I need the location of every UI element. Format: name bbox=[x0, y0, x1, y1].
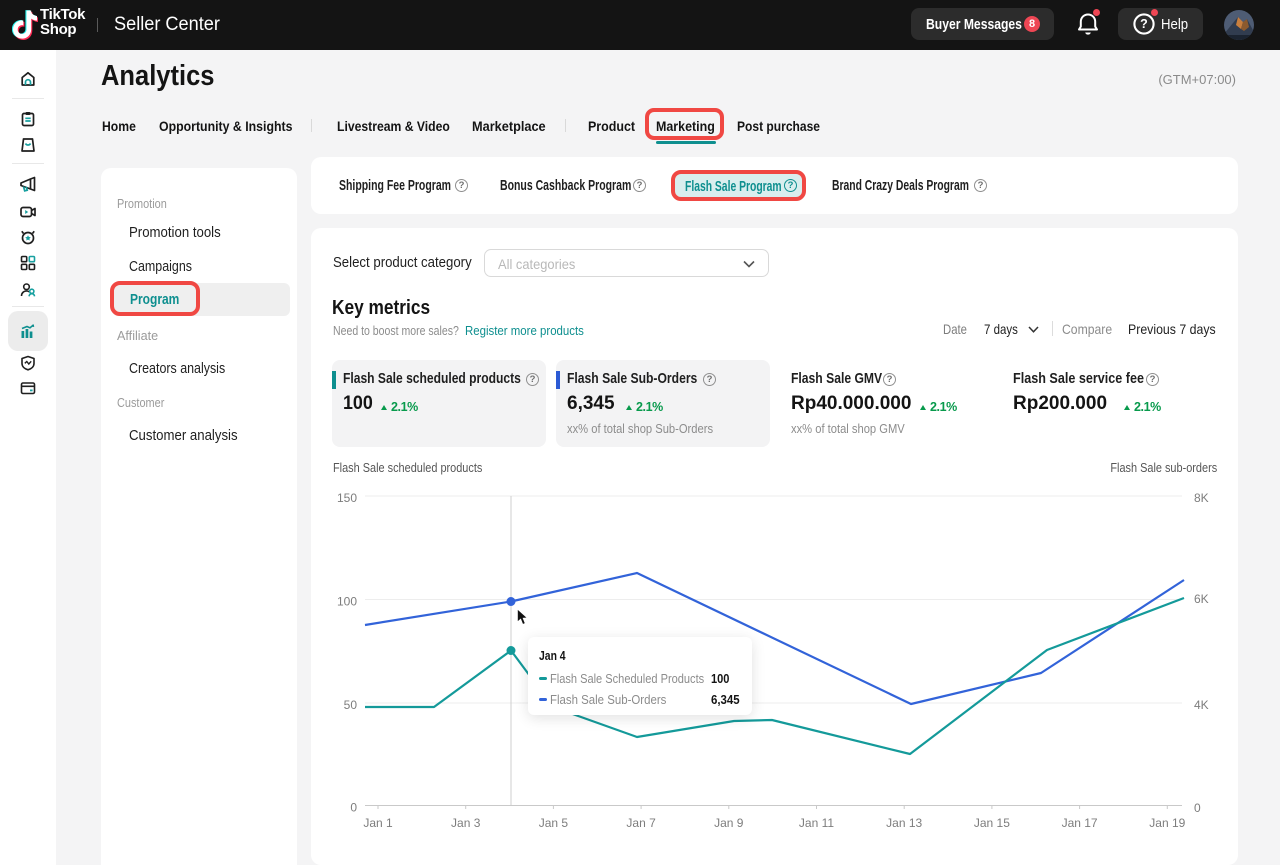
svg-text:8K: 8K bbox=[1194, 491, 1209, 505]
svg-text:Jan 9: Jan 9 bbox=[714, 816, 744, 830]
svg-text:Jan 5: Jan 5 bbox=[539, 816, 569, 830]
svg-text:Jan 7: Jan 7 bbox=[626, 816, 656, 830]
svg-text:6K: 6K bbox=[1194, 592, 1209, 606]
svg-text:Jan 17: Jan 17 bbox=[1062, 816, 1098, 830]
svg-text:Jan 1: Jan 1 bbox=[363, 816, 393, 830]
svg-text:Jan 3: Jan 3 bbox=[451, 816, 481, 830]
svg-text:50: 50 bbox=[344, 698, 358, 712]
svg-text:100: 100 bbox=[337, 595, 357, 609]
svg-text:0: 0 bbox=[1194, 801, 1201, 815]
svg-text:Jan 19: Jan 19 bbox=[1149, 816, 1185, 830]
svg-text:0: 0 bbox=[350, 801, 357, 815]
svg-text:Jan 15: Jan 15 bbox=[974, 816, 1010, 830]
svg-text:Jan 11: Jan 11 bbox=[799, 816, 834, 830]
svg-text:Jan 13: Jan 13 bbox=[886, 816, 922, 830]
svg-text:150: 150 bbox=[337, 491, 357, 505]
svg-text:?: ? bbox=[1140, 17, 1148, 31]
svg-text:4K: 4K bbox=[1194, 698, 1209, 712]
